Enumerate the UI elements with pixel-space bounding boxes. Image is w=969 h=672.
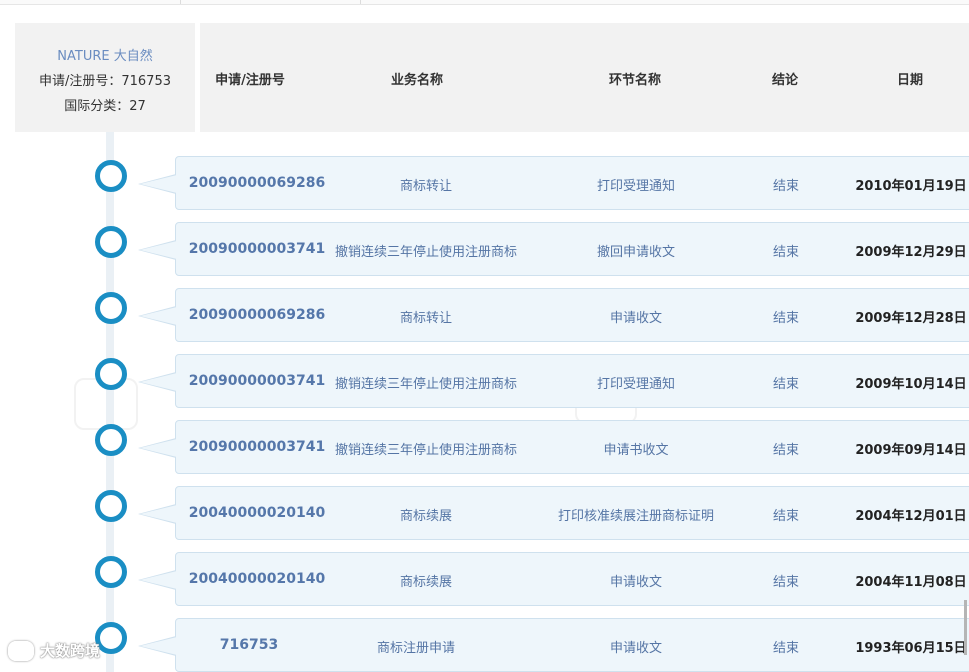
row-date: 2009年09月14日	[855, 443, 967, 458]
row-step: 打印受理通知	[596, 179, 676, 194]
row-date: 2004年12月01日	[855, 509, 967, 524]
column-header-reg-no: 申请/注册号	[215, 73, 285, 88]
row-business: 商标续展	[399, 575, 453, 590]
row-reg-no: 716753	[219, 637, 279, 653]
column-header-result: 结论	[771, 73, 799, 88]
row-business: 撤销连续三年停止使用注册商标	[334, 245, 518, 260]
trademark-info-card: NATURE 大自然 申请/注册号：716753 国际分类：27	[15, 23, 195, 132]
table-row: 20040000020140 商标续展 申请收文 结束 2004年11月08日	[138, 552, 969, 606]
top-bar-divider	[180, 0, 181, 4]
table-header: 申请/注册号 业务名称 环节名称 结论 日期	[200, 23, 969, 132]
timeline-node	[95, 160, 127, 192]
row-date: 1993年06月15日	[855, 641, 967, 656]
row-date: 2009年12月29日	[855, 245, 967, 260]
row-step: 打印受理通知	[596, 377, 676, 392]
row-reg-no: 20090000003741	[188, 241, 326, 257]
row-business: 商标注册申请	[376, 641, 456, 656]
timeline-node	[95, 292, 127, 324]
row-step: 申请书收文	[603, 443, 669, 458]
row-result: 结束	[772, 311, 800, 326]
column-header-step: 环节名称	[608, 73, 662, 88]
timeline-node	[95, 424, 127, 456]
table-row: 20090000003741 撤销连续三年停止使用注册商标 撤回申请收文 结束 …	[138, 222, 969, 276]
table-row: 20090000003741 撤销连续三年停止使用注册商标 打印受理通知 结束 …	[138, 354, 969, 408]
row-business: 撤销连续三年停止使用注册商标	[334, 443, 518, 458]
top-bar-divider	[360, 0, 361, 4]
row-date: 2004年11月08日	[855, 575, 967, 590]
timeline-node	[95, 226, 127, 258]
row-step: 申请收文	[609, 641, 663, 656]
timeline-line	[106, 132, 114, 672]
table-row: 20040000020140 商标续展 打印核准续展注册商标证明 结束 2004…	[138, 486, 969, 540]
row-result: 结束	[772, 245, 800, 260]
row-date: 2010年01月19日	[855, 179, 967, 194]
trademark-name: NATURE 大自然	[57, 49, 153, 64]
watermark-text: 大数跨境	[40, 642, 101, 660]
row-result: 结束	[772, 575, 800, 590]
table-row: 20090000069286 商标转让 打印受理通知 结束 2010年01月19…	[138, 156, 969, 210]
watermark-brand: 大数跨境	[8, 640, 100, 661]
table-row: 20090000069286 商标转让 申请收文 结束 2009年12月28日	[138, 288, 969, 342]
table-row: 716753 商标注册申请 申请收文 结束 1993年06月15日	[138, 618, 969, 672]
row-reg-no: 20040000020140	[188, 571, 326, 587]
row-business: 商标续展	[399, 509, 453, 524]
row-reg-no: 20090000003741	[188, 373, 326, 389]
row-result: 结束	[772, 509, 800, 524]
row-date: 2009年12月28日	[855, 311, 967, 326]
row-result: 结束	[772, 179, 800, 194]
timeline-node	[95, 490, 127, 522]
row-business: 撤销连续三年停止使用注册商标	[334, 377, 518, 392]
top-bar	[0, 0, 969, 5]
timeline-node	[95, 358, 127, 390]
international-class: 国际分类：27	[64, 99, 146, 114]
row-step: 申请收文	[609, 311, 663, 326]
row-business: 商标转让	[399, 179, 453, 194]
row-result: 结束	[772, 641, 800, 656]
row-date: 2009年10月14日	[855, 377, 967, 392]
row-step: 打印核准续展注册商标证明	[557, 509, 715, 524]
row-result: 结束	[772, 443, 800, 458]
row-step: 申请收文	[609, 575, 663, 590]
row-reg-no: 20090000003741	[188, 439, 326, 455]
row-step: 撤回申请收文	[596, 245, 676, 260]
scrollbar-thumb[interactable]	[964, 600, 967, 655]
row-business: 商标转让	[399, 311, 453, 326]
row-reg-no: 20040000020140	[188, 505, 326, 521]
column-header-date: 日期	[896, 73, 924, 88]
row-result: 结束	[772, 377, 800, 392]
brand-logo-icon	[8, 640, 34, 661]
row-reg-no: 20090000069286	[188, 175, 326, 191]
row-reg-no: 20090000069286	[188, 307, 326, 323]
table-row: 20090000003741 撤销连续三年停止使用注册商标 申请书收文 结束 2…	[138, 420, 969, 474]
registration-number: 申请/注册号：716753	[38, 74, 171, 89]
timeline-node	[95, 556, 127, 588]
column-header-business: 业务名称	[390, 73, 444, 88]
